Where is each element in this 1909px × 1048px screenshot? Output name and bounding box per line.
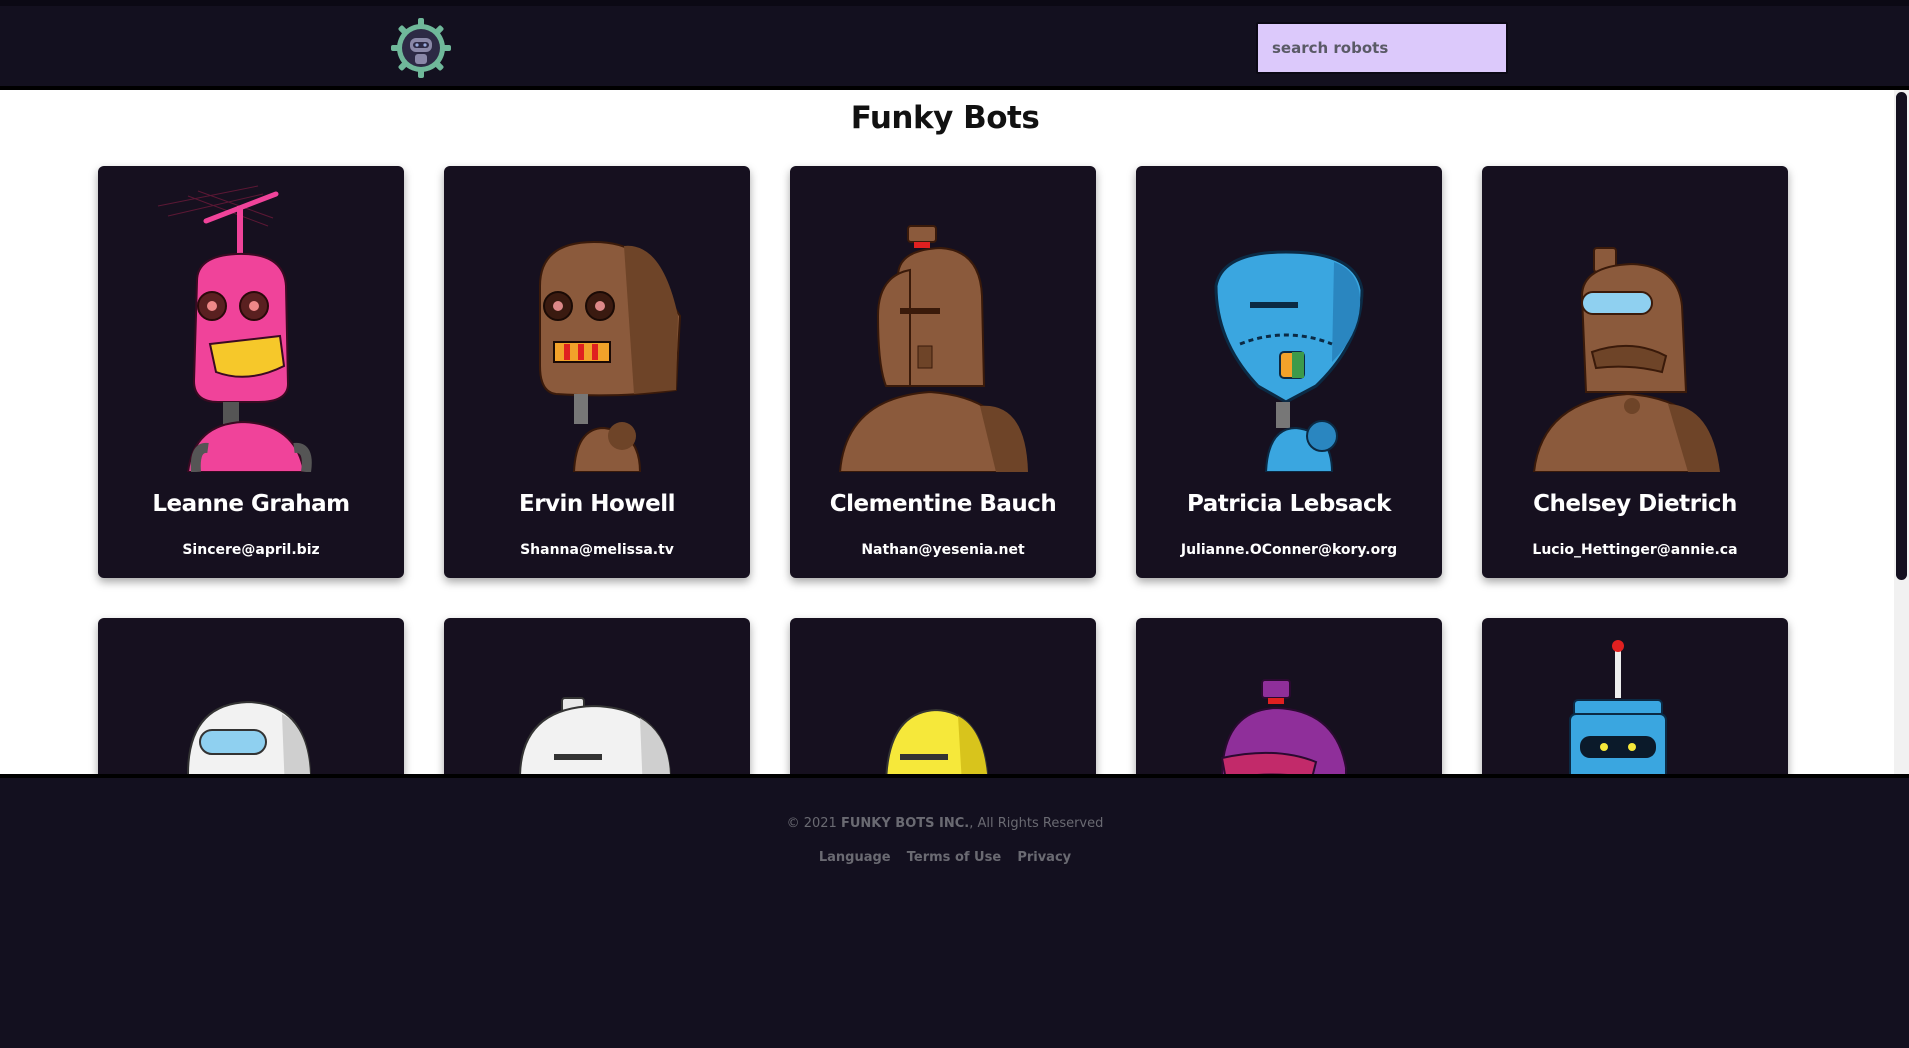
robot-email: Sincere@april.biz	[182, 542, 320, 558]
main-content: Funky Bots Leanne Graham Sincere@april.b…	[0, 90, 1909, 774]
robot-gear-logo-icon[interactable]	[389, 16, 453, 80]
robot-avatar-icon	[1214, 250, 1364, 472]
robot-card[interactable]: Ervin Howell Shanna@melissa.tv	[444, 166, 750, 578]
robot-avatar-icon	[519, 697, 671, 774]
robot-avatar-icon	[539, 240, 682, 472]
robot-name: Leanne Graham	[152, 491, 350, 517]
scrollbar-thumb[interactable]	[1896, 92, 1907, 580]
robot-card[interactable]: Chelsey Dietrich Lucio_Hettinger@annie.c…	[1482, 166, 1788, 578]
robot-name: Ervin Howell	[519, 491, 675, 517]
robot-avatar-icon	[838, 225, 1028, 472]
copyright-brand: FUNKY BOTS INC.	[840, 816, 970, 831]
robot-email: Lucio_Hettinger@annie.ca	[1532, 542, 1738, 558]
copyright: © 2021 FUNKY BOTS INC., All Rights Reser…	[0, 816, 1890, 831]
header-strip	[0, 0, 1909, 6]
robot-email: Julianne.OConner@kory.org	[1180, 542, 1398, 558]
footer-links: Language Terms of Use Privacy	[0, 850, 1890, 865]
robot-card[interactable]	[1136, 618, 1442, 774]
robot-avatar-icon	[1569, 640, 1667, 774]
robot-card[interactable]	[790, 618, 1096, 774]
robot-avatar-icon	[885, 708, 989, 774]
copyright-suffix: , All Rights Reserved	[969, 816, 1104, 831]
robot-name: Clementine Bauch	[829, 491, 1057, 517]
robot-email: Shanna@melissa.tv	[520, 542, 674, 558]
robot-avatar-icon	[187, 700, 311, 774]
robot-card[interactable]: Patricia Lebsack Julianne.OConner@kory.o…	[1136, 166, 1442, 578]
robot-avatar-icon	[1220, 679, 1347, 774]
copyright-prefix: © 2021	[786, 816, 841, 831]
robot-card[interactable]: Clementine Bauch Nathan@yesenia.net	[790, 166, 1096, 578]
robot-name: Patricia Lebsack	[1187, 491, 1391, 517]
robot-card[interactable]	[1482, 618, 1788, 774]
robot-card[interactable]	[444, 618, 750, 774]
scrollbar[interactable]	[1894, 90, 1909, 774]
search-input[interactable]	[1256, 22, 1508, 74]
robot-card[interactable]	[98, 618, 404, 774]
robot-avatar-icon	[1532, 247, 1720, 472]
header	[0, 0, 1909, 90]
robot-card[interactable]: Leanne Graham Sincere@april.biz	[98, 166, 404, 578]
robot-email: Nathan@yesenia.net	[861, 542, 1025, 558]
robot-avatar-icon	[157, 185, 312, 472]
footer-link-terms[interactable]: Terms of Use	[907, 850, 1001, 865]
footer-link-privacy[interactable]: Privacy	[1017, 850, 1071, 865]
footer-link-language[interactable]: Language	[819, 850, 891, 865]
footer: © 2021 FUNKY BOTS INC., All Rights Reser…	[0, 774, 1909, 1048]
page-title: Funky Bots	[850, 100, 1040, 136]
robot-name: Chelsey Dietrich	[1533, 491, 1737, 517]
